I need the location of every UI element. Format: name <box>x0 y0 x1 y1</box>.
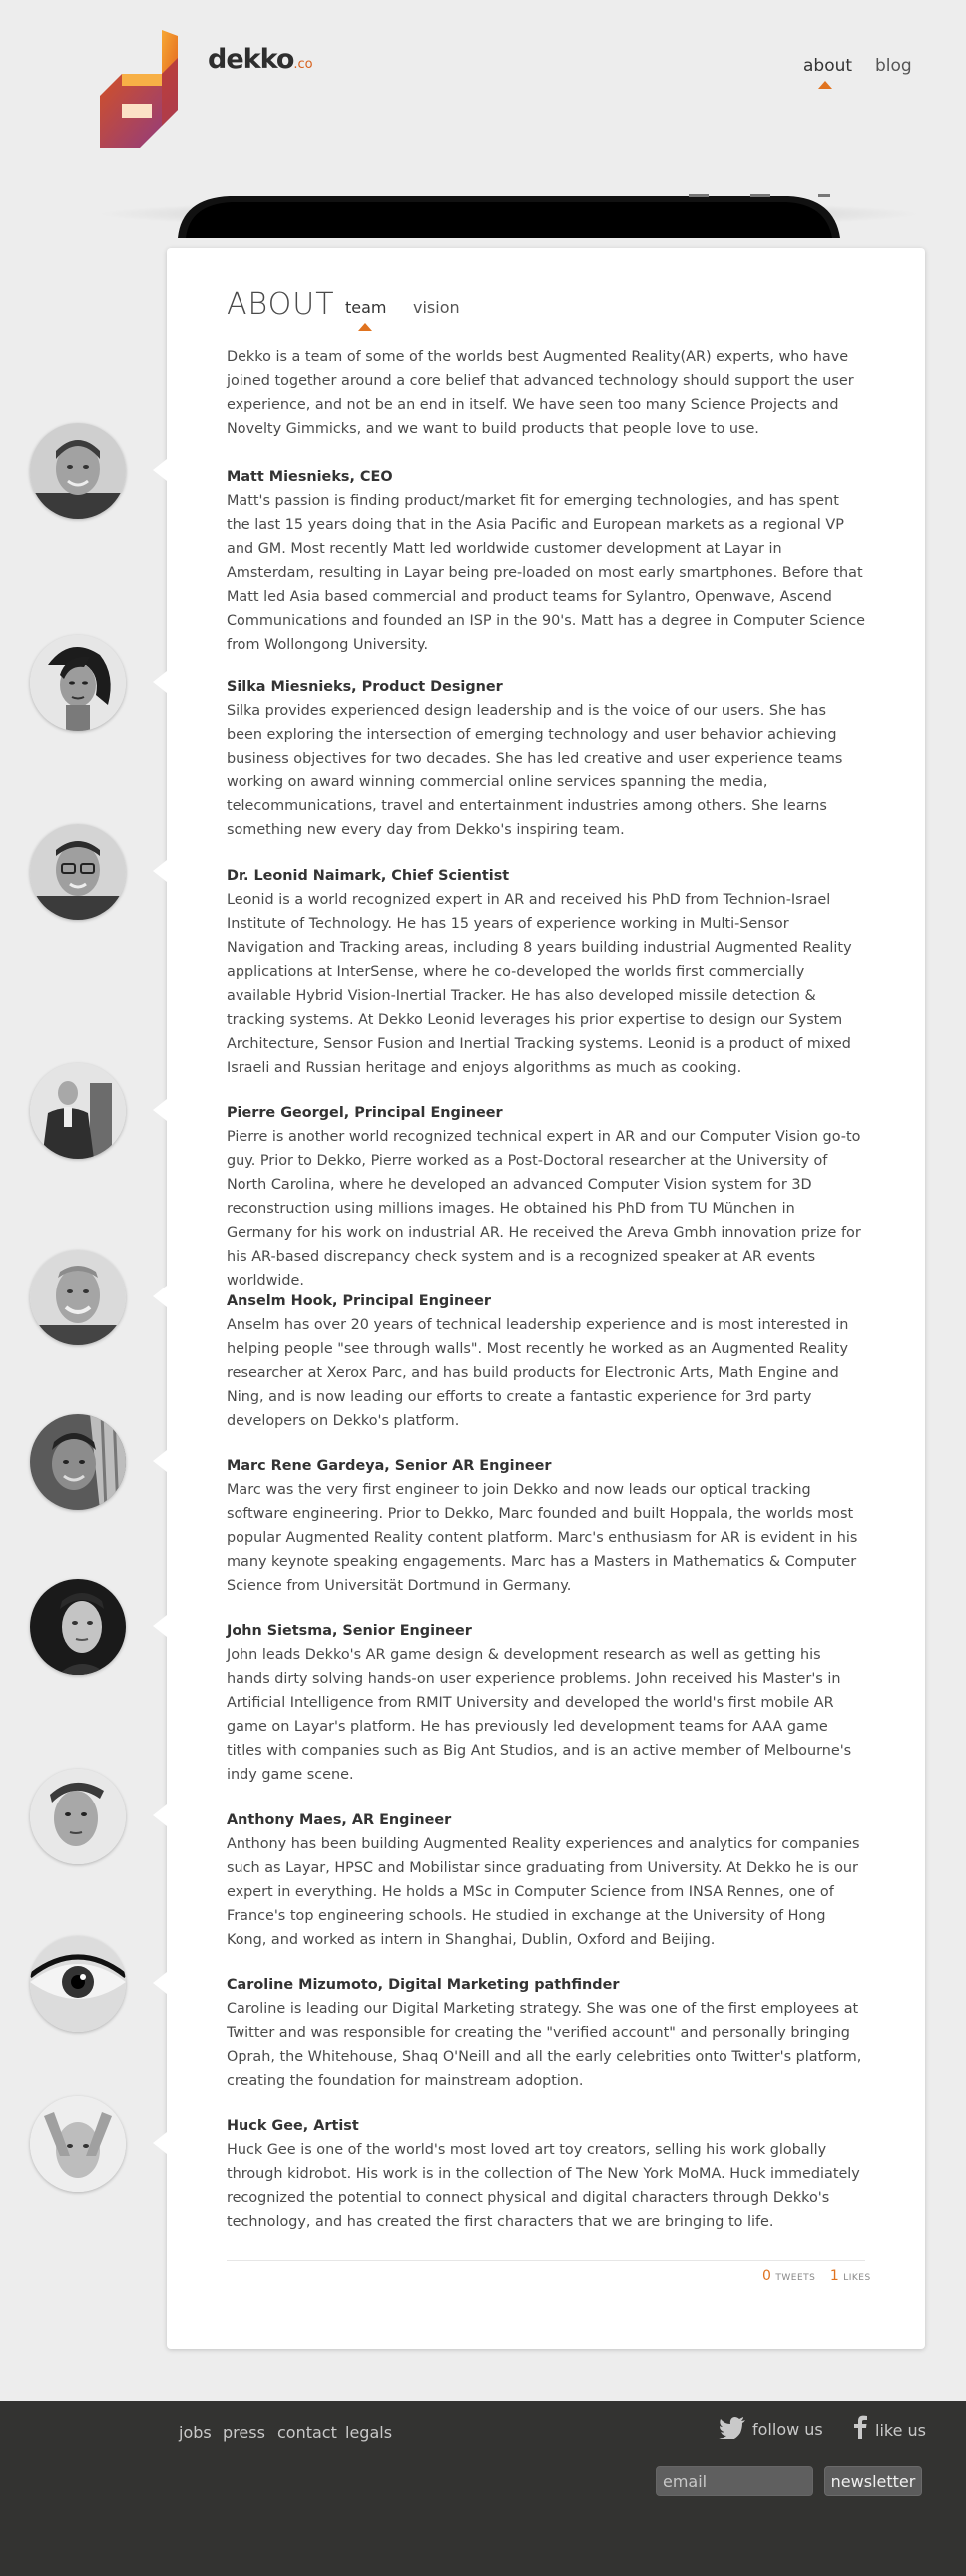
member-bio: Marc was the very first engineer to join… <box>227 1482 858 1594</box>
intro-text: Dekko is a team of some of the worlds be… <box>227 349 854 437</box>
team-member: Dr. Leonid Naimark, Chief Scientist Leon… <box>227 864 865 1080</box>
follow-us-link[interactable]: follow us <box>719 2417 823 2441</box>
member-name: Dr. Leonid Naimark, Chief Scientist <box>227 868 510 884</box>
likes-label: LIKES <box>843 2273 871 2283</box>
member-bio: Silka provides experienced design leader… <box>227 703 843 838</box>
team-member: Anthony Maes, AR Engineer Anthony has be… <box>227 1808 865 1952</box>
nav-active-indicator <box>818 81 832 89</box>
team-member: Marc Rene Gardeya, Senior AR Engineer Ma… <box>227 1454 865 1598</box>
avatar-pointer <box>153 1099 167 1121</box>
member-name: Anselm Hook, Principal Engineer <box>227 1293 491 1309</box>
member-name: Anthony Maes, AR Engineer <box>227 1812 452 1828</box>
member-name: Huck Gee, Artist <box>227 2118 359 2134</box>
footer-link-press[interactable]: press <box>223 2423 265 2442</box>
avatar <box>30 1414 126 1510</box>
twitter-icon <box>719 2417 745 2441</box>
avatar <box>30 1579 126 1675</box>
member-bio: Caroline is leading our Digital Marketin… <box>227 2001 862 2089</box>
nav-about[interactable]: about <box>803 56 852 76</box>
likes-count[interactable]: 1 <box>830 2268 839 2284</box>
team-member: John Sietsma, Senior Engineer John leads… <box>227 1619 865 1787</box>
member-name: Caroline Mizumoto, Digital Marketing pat… <box>227 1977 620 1993</box>
divider <box>227 2260 865 2261</box>
member-bio: Pierre is another world recognized techn… <box>227 1129 861 1288</box>
avatar-pointer <box>153 860 167 882</box>
team-member: Matt Miesnieks, CEO Matt's passion is fi… <box>227 465 865 657</box>
like-us-link[interactable]: like us <box>853 2415 926 2440</box>
main-nav: about blog <box>0 56 966 96</box>
phone-device-illustration <box>100 194 918 238</box>
member-bio: Huck Gee is one of the world's most love… <box>227 2142 860 2230</box>
avatar-pointer <box>153 459 167 481</box>
avatar <box>30 2096 126 2192</box>
member-bio: Anthony has been building Augmented Real… <box>227 1836 860 1948</box>
avatar-pointer <box>153 1615 167 1637</box>
avatar-pointer <box>153 671 167 693</box>
footer-link-jobs[interactable]: jobs <box>179 2423 212 2442</box>
avatar <box>30 1250 126 1345</box>
team-member: Anselm Hook, Principal Engineer Anselm h… <box>227 1289 865 1433</box>
avatar-pointer <box>153 1286 167 1307</box>
tweets-count[interactable]: 0 <box>762 2268 771 2284</box>
avatar <box>30 824 126 920</box>
facebook-icon <box>854 2415 867 2439</box>
team-member: Huck Gee, Artist Huck Gee is one of the … <box>227 2114 865 2234</box>
avatar-pointer <box>153 1972 167 1994</box>
page-title: ABOUT <box>227 287 335 322</box>
footer-link-contact[interactable]: contact <box>277 2423 337 2442</box>
footer-link-legals[interactable]: legals <box>345 2423 392 2442</box>
avatar <box>30 423 126 519</box>
team-member: Caroline Mizumoto, Digital Marketing pat… <box>227 1973 865 2093</box>
member-name: John Sietsma, Senior Engineer <box>227 1623 472 1639</box>
avatar <box>30 1063 126 1159</box>
avatar-pointer <box>153 1450 167 1472</box>
member-bio: John leads Dekko's AR game design & deve… <box>227 1647 852 1783</box>
member-bio: Matt's passion is finding product/market… <box>227 493 865 653</box>
member-name: Marc Rene Gardeya, Senior AR Engineer <box>227 1458 552 1474</box>
member-name: Pierre Georgel, Principal Engineer <box>227 1105 503 1121</box>
tab-vision[interactable]: vision <box>413 298 460 317</box>
avatar <box>30 1769 126 1864</box>
nav-blog[interactable]: blog <box>875 56 912 76</box>
tweets-label: TWEETS <box>775 2273 816 2283</box>
member-name: Matt Miesnieks, CEO <box>227 469 393 485</box>
member-bio: Leonid is a world recognized expert in A… <box>227 892 852 1076</box>
tab-team[interactable]: team <box>345 298 387 317</box>
like-us-label: like us <box>875 2421 926 2440</box>
member-name: Silka Miesnieks, Product Designer <box>227 679 503 695</box>
avatar-pointer <box>153 2132 167 2154</box>
tab-active-indicator <box>358 323 372 331</box>
member-bio: Anselm has over 20 years of technical le… <box>227 1317 849 1429</box>
social-counts: 0 TWEETS 1 LIKES <box>762 2268 881 2284</box>
follow-us-label: follow us <box>752 2420 823 2439</box>
avatar <box>30 1936 126 2032</box>
avatar <box>30 635 126 731</box>
avatar-pointer <box>153 1804 167 1826</box>
email-field[interactable] <box>656 2466 813 2496</box>
team-member: Silka Miesnieks, Product Designer Silka … <box>227 675 865 842</box>
team-member: Pierre Georgel, Principal Engineer Pierr… <box>227 1101 865 1292</box>
newsletter-button[interactable]: newsletter <box>824 2466 922 2496</box>
